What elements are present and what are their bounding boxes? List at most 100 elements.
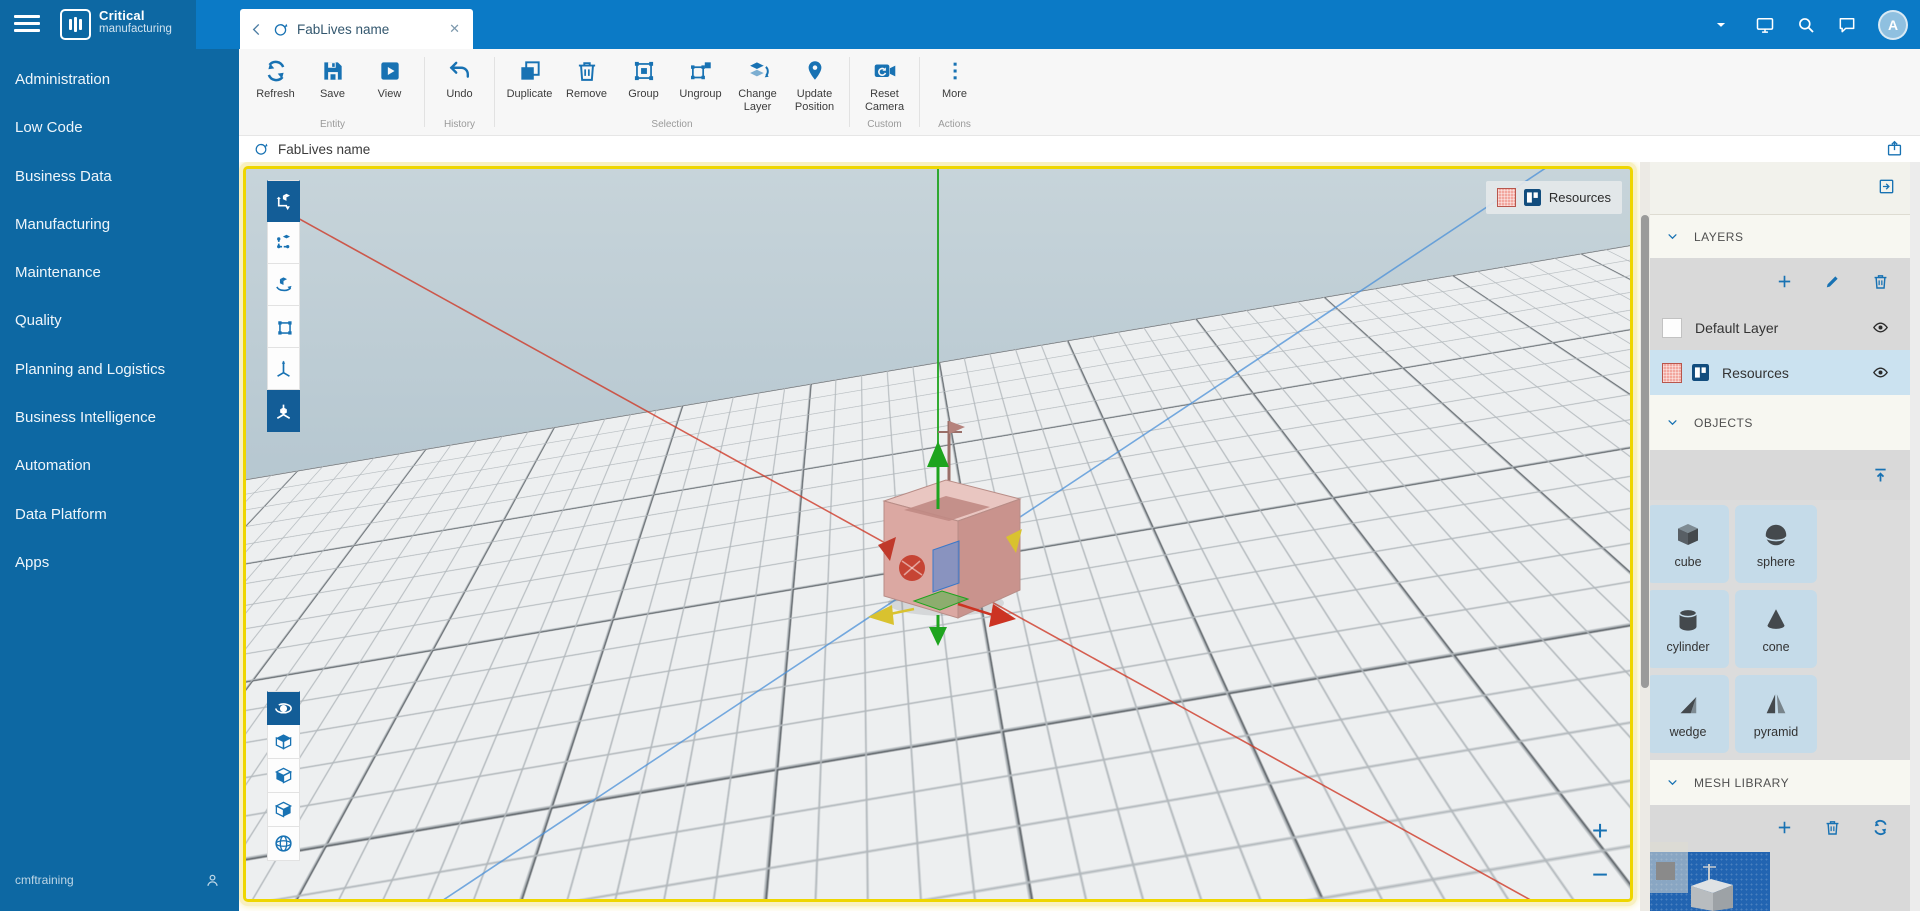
chevron-down-icon[interactable] — [1665, 415, 1680, 430]
orbit-view-button[interactable] — [267, 691, 300, 725]
tab-entity-icon — [272, 21, 289, 38]
axes-cube-icon — [274, 401, 293, 420]
refresh-icon — [263, 58, 289, 84]
reset-camera-button[interactable]: Reset Camera — [856, 53, 913, 113]
visibility-eye-icon[interactable] — [1871, 318, 1890, 337]
group-button[interactable]: Group — [615, 53, 672, 113]
mesh-library-section-title: MESH LIBRARY — [1694, 776, 1789, 790]
top-view-button[interactable] — [267, 725, 300, 759]
front-view-button[interactable] — [267, 759, 300, 793]
display-icon[interactable] — [1755, 15, 1775, 35]
viewport-canvas[interactable]: Resources + − — [246, 169, 1630, 899]
axes-tool-button[interactable] — [267, 348, 300, 390]
refresh-button[interactable]: Refresh — [247, 53, 304, 101]
sidebar-item-quality[interactable]: Quality — [0, 297, 239, 345]
delete-layer-icon[interactable] — [1871, 272, 1890, 291]
panel-scrollbar-thumb[interactable] — [1641, 215, 1649, 688]
avatar[interactable]: A — [1878, 10, 1908, 40]
collapse-panel-icon[interactable] — [1877, 177, 1896, 196]
translate-local-tool-button[interactable] — [267, 222, 300, 264]
zoom-in-button[interactable]: + — [1588, 817, 1612, 845]
tile-cube[interactable]: cube — [1647, 505, 1729, 583]
fab-machine-model[interactable] — [878, 421, 1022, 618]
change-layer-button[interactable]: Change Layer — [729, 53, 786, 113]
rotate-tool-button[interactable] — [267, 264, 300, 306]
translate-tool-button[interactable] — [267, 180, 300, 222]
sidebar-item-manufacturing[interactable]: Manufacturing — [0, 201, 239, 249]
undo-icon — [447, 58, 473, 84]
tile-cone[interactable]: cone — [1735, 590, 1817, 668]
sidebar-item-planning-logistics[interactable]: Planning and Logistics — [0, 346, 239, 394]
session-username: cmftraining — [15, 873, 74, 887]
chat-icon[interactable] — [1837, 15, 1857, 35]
tile-wedge[interactable]: wedge — [1647, 675, 1729, 753]
resource-mark-icon — [1524, 189, 1541, 206]
topbar-right-icons: A — [1714, 0, 1908, 49]
brand-logo-text: Critical manufacturing — [99, 8, 172, 35]
delete-mesh-icon[interactable] — [1823, 818, 1842, 837]
tile-cylinder[interactable]: cylinder — [1647, 590, 1729, 668]
panel-scrollbar-track[interactable] — [1640, 162, 1650, 911]
sidebar-item-apps[interactable]: Apps — [0, 539, 239, 587]
tab-close-icon[interactable]: ✕ — [446, 19, 463, 39]
sidebar: Critical manufacturing Administration Lo… — [0, 0, 239, 911]
ungroup-button[interactable]: Ungroup — [672, 53, 729, 113]
mesh-library-section-header[interactable]: MESH LIBRARY — [1640, 760, 1910, 805]
update-position-button[interactable]: Update Position — [786, 53, 843, 113]
session-user-icon[interactable] — [204, 872, 221, 889]
snap-tool-button[interactable] — [267, 390, 300, 432]
layer-label: Default Layer — [1695, 320, 1778, 336]
tab-fablives[interactable]: FabLives name ✕ — [240, 9, 473, 49]
reset-camera-icon — [872, 58, 898, 84]
search-icon[interactable] — [1796, 15, 1816, 35]
duplicate-button[interactable]: Duplicate — [501, 53, 558, 113]
save-button[interactable]: Save — [304, 53, 361, 101]
chevron-down-icon[interactable] — [1714, 18, 1728, 32]
sidebar-item-business-intelligence[interactable]: Business Intelligence — [0, 394, 239, 442]
layer-row-default[interactable]: Default Layer — [1640, 305, 1910, 350]
tile-pyramid[interactable]: pyramid — [1735, 675, 1817, 753]
sidebar-item-administration[interactable]: Administration — [0, 56, 239, 104]
zoom-out-button[interactable]: − — [1588, 861, 1612, 889]
hamburger-menu-icon[interactable] — [14, 15, 40, 36]
sidebar-item-low-code[interactable]: Low Code — [0, 104, 239, 152]
sidebar-item-maintenance[interactable]: Maintenance — [0, 249, 239, 297]
brand-logo-icon — [60, 9, 91, 40]
scale-tool-button[interactable] — [267, 306, 300, 348]
layer-row-resources[interactable]: Resources — [1640, 350, 1910, 395]
perspective-globe-icon — [274, 834, 293, 853]
chevron-down-icon[interactable] — [1665, 229, 1680, 244]
side-view-button[interactable] — [267, 793, 300, 827]
remove-button[interactable]: Remove — [558, 53, 615, 113]
edit-layer-icon[interactable] — [1823, 272, 1842, 291]
tile-sphere[interactable]: sphere — [1735, 505, 1817, 583]
tab-title: FabLives name — [297, 22, 438, 37]
add-layer-icon[interactable] — [1775, 272, 1794, 291]
perspective-view-button[interactable] — [267, 827, 300, 861]
visibility-eye-icon[interactable] — [1871, 363, 1890, 382]
tab-back-icon[interactable] — [249, 22, 264, 37]
layer-color-swatch[interactable] — [1662, 363, 1682, 383]
rotate-icon — [274, 275, 293, 294]
map-pin-icon — [802, 58, 828, 84]
sidebar-nav: Administration Low Code Business Data Ma… — [0, 56, 239, 587]
objects-section-header[interactable]: OBJECTS — [1640, 395, 1910, 450]
refresh-meshes-icon[interactable] — [1871, 818, 1890, 837]
undo-button[interactable]: Undo — [431, 53, 488, 101]
layers-section-title: LAYERS — [1694, 230, 1743, 244]
breadcrumb-title: FabLives name — [278, 142, 370, 157]
sidebar-item-automation[interactable]: Automation — [0, 442, 239, 490]
view-button[interactable]: View — [361, 53, 418, 101]
add-mesh-icon[interactable] — [1775, 818, 1794, 837]
more-button[interactable]: More — [926, 53, 983, 101]
scale-icon — [274, 317, 293, 336]
sidebar-item-data-platform[interactable]: Data Platform — [0, 491, 239, 539]
sidebar-item-business-data[interactable]: Business Data — [0, 153, 239, 201]
toolbar-group-custom: Reset Camera Custom — [856, 53, 913, 135]
pyramid-icon — [1761, 690, 1791, 720]
layers-section-header[interactable]: LAYERS — [1640, 215, 1910, 258]
layer-color-swatch[interactable] — [1662, 318, 1682, 338]
collapse-to-top-icon[interactable] — [1871, 466, 1890, 485]
chevron-down-icon[interactable] — [1665, 775, 1680, 790]
popout-icon[interactable] — [1885, 139, 1904, 158]
